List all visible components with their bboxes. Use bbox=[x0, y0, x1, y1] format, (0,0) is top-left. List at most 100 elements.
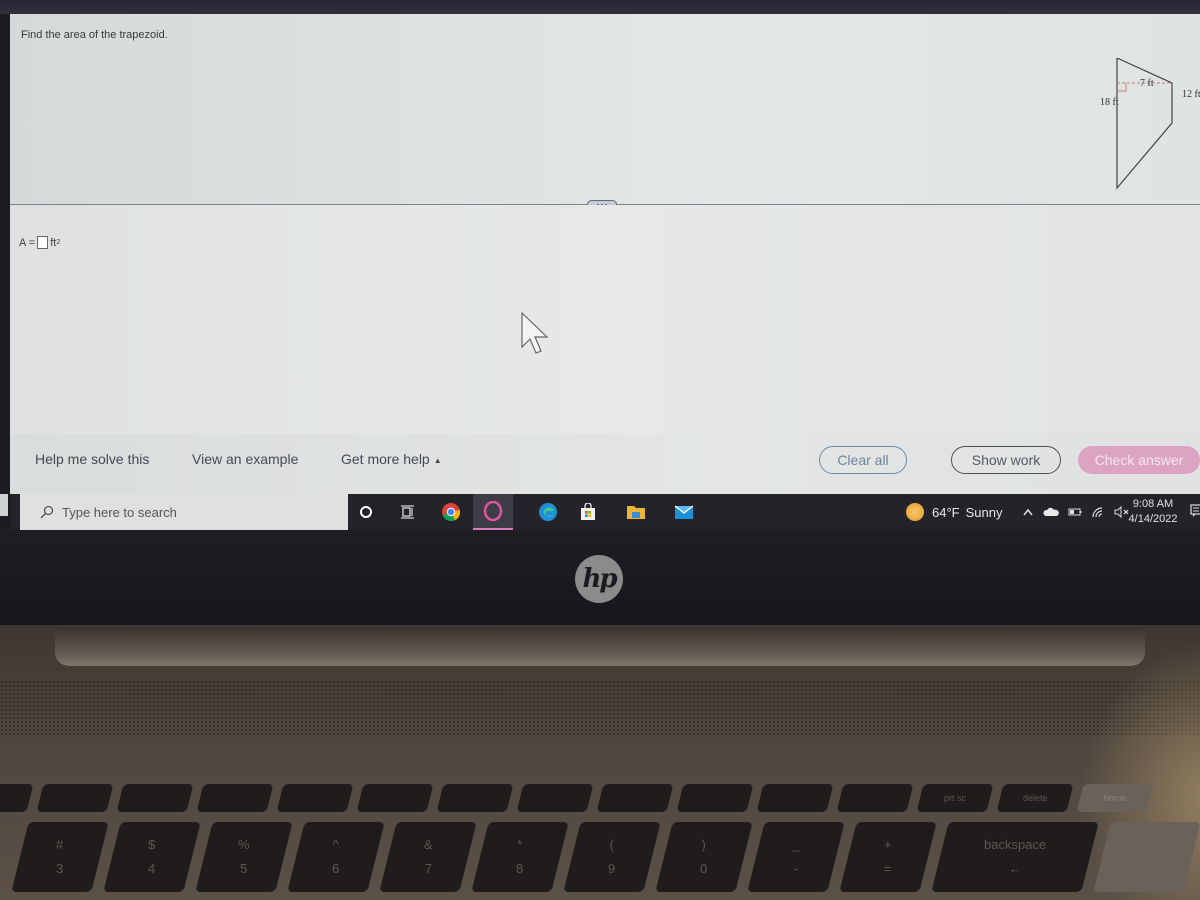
clock-time: 9:08 AM bbox=[1132, 498, 1174, 510]
file-explorer-button[interactable] bbox=[616, 494, 656, 530]
function-key bbox=[196, 784, 274, 812]
get-more-help-label: Get more help bbox=[341, 451, 430, 467]
key-main-label: = bbox=[884, 861, 892, 876]
key-label: backspace ← bbox=[983, 837, 1047, 876]
key-main-label: 5 bbox=[240, 861, 248, 876]
key-main-label: ← bbox=[1008, 861, 1022, 876]
task-view-icon bbox=[401, 505, 414, 519]
height-label: 7 ft bbox=[1140, 78, 1154, 89]
left-base-label: 18 ft bbox=[1100, 97, 1119, 108]
key-main-label: 6 bbox=[332, 861, 340, 876]
wifi-icon[interactable] bbox=[1091, 506, 1105, 518]
key-label: & 7 bbox=[423, 837, 433, 876]
photo-of-laptop: Find the area of the trapezoid. 7 ft 18 … bbox=[0, 0, 1200, 900]
key-label: $4 bbox=[148, 837, 156, 876]
answer-input[interactable] bbox=[37, 236, 49, 249]
key-main-label: 8 bbox=[516, 861, 524, 876]
help-me-solve-link[interactable]: Help me solve this bbox=[35, 451, 149, 467]
key-label: * 8 bbox=[516, 837, 524, 876]
key-main-label: 4 bbox=[148, 861, 156, 876]
answer-line: A = ft 2 bbox=[19, 236, 60, 249]
chrome-icon bbox=[442, 503, 461, 522]
function-key bbox=[36, 784, 114, 812]
unit-exponent: 2 bbox=[56, 239, 61, 246]
function-key bbox=[116, 784, 194, 812]
function-key bbox=[596, 784, 674, 812]
function-key bbox=[836, 784, 914, 812]
key-shift-label: + bbox=[884, 837, 892, 852]
weather-widget[interactable]: 64°F Sunny bbox=[906, 494, 1002, 530]
laptop-screen: Find the area of the trapezoid. 7 ft 18 … bbox=[10, 14, 1200, 530]
navigation-key bbox=[1093, 822, 1200, 892]
clock-date: 4/14/2022 bbox=[1128, 513, 1178, 525]
key-main-label: - bbox=[793, 861, 799, 876]
opera-button[interactable] bbox=[473, 494, 513, 530]
key-shift-label: & bbox=[423, 837, 433, 852]
caret-up-icon: ▲ bbox=[433, 455, 442, 465]
key-label: prt sc bbox=[943, 793, 966, 803]
circle-icon bbox=[360, 506, 372, 518]
system-tray bbox=[1022, 494, 1130, 530]
view-example-link[interactable]: View an example bbox=[192, 451, 298, 467]
question-pane: Find the area of the trapezoid. 7 ft 18 … bbox=[10, 14, 1200, 204]
answer-prefix: A = bbox=[19, 236, 36, 249]
key-shift-label: backspace bbox=[983, 837, 1047, 852]
key-main-label: 7 bbox=[424, 861, 432, 876]
key-label: _ - bbox=[792, 837, 800, 876]
search-icon bbox=[40, 505, 54, 519]
function-key bbox=[756, 784, 834, 812]
start-button-edge[interactable] bbox=[0, 494, 8, 516]
key-label: % 5 bbox=[238, 837, 250, 876]
key-shift-label: ( bbox=[609, 837, 615, 852]
notification-center-icon[interactable] bbox=[1190, 504, 1200, 518]
answer-pane: A = ft 2 bbox=[10, 205, 1200, 445]
chevron-up-icon[interactable] bbox=[1022, 507, 1034, 517]
key-shift-label: % bbox=[238, 837, 250, 852]
key-label: + = bbox=[884, 837, 892, 876]
key-label: delete bbox=[1022, 793, 1048, 803]
key-main-label: 0 bbox=[700, 861, 708, 876]
key-main-label: 3 bbox=[56, 861, 64, 876]
battery-icon[interactable] bbox=[1068, 507, 1082, 517]
function-key bbox=[436, 784, 514, 812]
clear-all-button[interactable]: Clear all bbox=[819, 446, 907, 474]
function-key: delete bbox=[996, 784, 1074, 812]
question-prompt: Find the area of the trapezoid. bbox=[21, 29, 168, 41]
sun-icon bbox=[906, 503, 924, 521]
task-view-button[interactable] bbox=[388, 494, 428, 530]
function-key bbox=[676, 784, 754, 812]
chrome-button[interactable] bbox=[431, 494, 471, 530]
key-label: (9 bbox=[608, 837, 616, 876]
check-answer-button[interactable]: Check answer bbox=[1078, 446, 1200, 474]
taskbar-search-input[interactable]: Type here to search bbox=[20, 494, 348, 530]
key-main-label: 9 bbox=[608, 861, 616, 876]
function-key bbox=[276, 784, 354, 812]
key-shift-label: # bbox=[56, 837, 64, 852]
show-work-button[interactable]: Show work bbox=[951, 446, 1061, 474]
screen-edge bbox=[0, 14, 10, 530]
function-key bbox=[356, 784, 434, 812]
number-key: backspace ← bbox=[931, 822, 1099, 892]
taskbar-clock[interactable]: 9:08 AM 4/14/2022 bbox=[1126, 497, 1180, 527]
onedrive-cloud-icon[interactable] bbox=[1043, 507, 1059, 517]
key-shift-label: $ bbox=[148, 837, 156, 852]
weather-condition: Sunny bbox=[965, 504, 1003, 520]
key-label: home bbox=[1103, 793, 1127, 803]
key-shift-label: ) bbox=[701, 837, 707, 852]
hinge bbox=[55, 628, 1145, 666]
edge-icon bbox=[539, 503, 557, 521]
windows-taskbar: Type here to search 64°F Sunny 9:08 AM 4… bbox=[10, 494, 1200, 530]
key-shift-label: * bbox=[517, 837, 523, 852]
get-more-help-menu[interactable]: Get more help ▲ bbox=[341, 451, 442, 467]
opera-icon bbox=[483, 501, 503, 521]
store-button[interactable] bbox=[568, 494, 608, 530]
mail-button[interactable] bbox=[664, 494, 704, 530]
function-key: prt sc bbox=[916, 784, 994, 812]
right-base-label: 12 ft bbox=[1182, 89, 1200, 100]
cortana-button[interactable] bbox=[346, 494, 386, 530]
edge-button[interactable] bbox=[528, 494, 568, 530]
key-label: #3 bbox=[56, 837, 64, 876]
help-toolbar: Help me solve this View an example Get m… bbox=[10, 434, 1200, 494]
key-shift-label: _ bbox=[792, 837, 800, 852]
weather-temperature: 64°F bbox=[932, 504, 960, 520]
